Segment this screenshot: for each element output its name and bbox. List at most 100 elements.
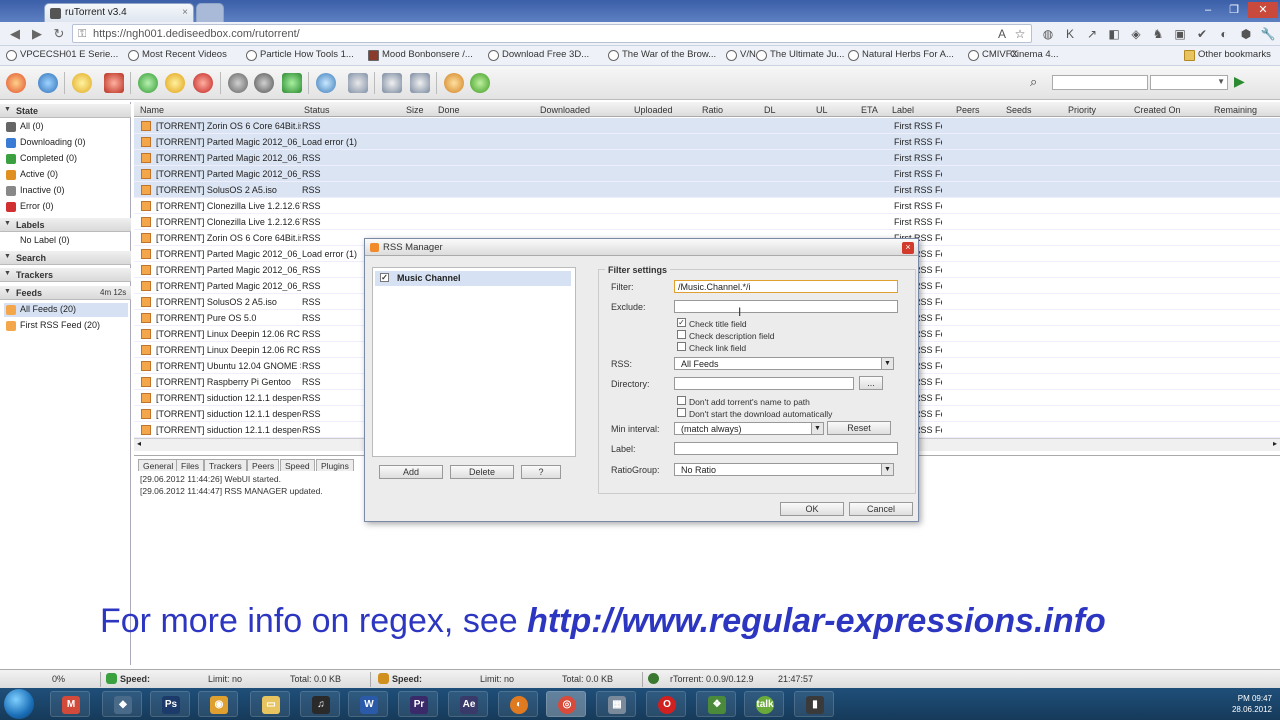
url-input[interactable]: ⚿ https://ngh001.dediseedbox.com/rutorre… — [72, 24, 1032, 43]
browser-tab-rutorrent[interactable]: ruTorrent v3.4 × — [44, 3, 194, 22]
label-item-none[interactable]: No Label (0) — [4, 234, 128, 248]
column-header[interactable]: Created On — [1134, 105, 1181, 115]
check-description-checkbox[interactable] — [677, 330, 686, 339]
add-filter-button[interactable]: Add — [379, 465, 443, 479]
column-header[interactable]: DL — [764, 105, 776, 115]
feed-item-all[interactable]: All Feeds (20) — [4, 303, 128, 317]
bookmark-item[interactable]: Most Recent Videos — [128, 49, 227, 61]
bookmark-item[interactable]: The War of the Brow... — [608, 49, 716, 61]
table-row[interactable]: [TORRENT] Clonezilla Live 1.2.12.67 RSS Fi… — [134, 214, 1280, 230]
extension-icon[interactable]: ⬢ — [1238, 26, 1254, 42]
column-header[interactable]: Name — [140, 105, 164, 115]
add-torrent-icon[interactable] — [72, 73, 92, 93]
close-window-icon[interactable]: ✕ — [1248, 2, 1278, 18]
add-url-icon[interactable] — [38, 73, 58, 93]
column-header[interactable]: Status — [304, 105, 330, 115]
column-header[interactable]: Label — [892, 105, 914, 115]
scroll-right-icon[interactable]: ▸ — [1273, 439, 1277, 448]
cancel-button[interactable]: Cancel — [849, 502, 913, 516]
labels-header[interactable]: Labels — [0, 218, 131, 232]
tab-general[interactable]: General — [138, 459, 179, 471]
ok-button[interactable]: OK — [780, 502, 844, 516]
taskbar-explorer[interactable]: ▭ — [250, 691, 290, 717]
bookmark-item[interactable]: Particle How Tools 1... — [246, 49, 354, 61]
exclude-input[interactable] — [674, 300, 898, 313]
other-bookmarks[interactable]: Other bookmarks — [1184, 49, 1271, 61]
column-header[interactable]: Priority — [1068, 105, 1096, 115]
taskbar-app[interactable]: ◆ — [102, 691, 142, 717]
dont-start-checkbox[interactable] — [677, 408, 686, 417]
table-row[interactable]: [TORRENT] Parted Magic 2012_06_2RSS First… — [134, 150, 1280, 166]
extension-icon[interactable]: ♞ — [1150, 26, 1166, 42]
taskbar-app[interactable]: ♫ — [300, 691, 340, 717]
delete-filter-button[interactable]: Delete — [450, 465, 514, 479]
column-header[interactable]: Remaining — [1214, 105, 1257, 115]
taskbar-chrome[interactable]: ◎ — [546, 691, 586, 717]
minimize-icon[interactable]: – — [1196, 2, 1220, 18]
filter-list-item[interactable]: ✓ Music Channel — [375, 271, 571, 286]
state-item-inactive[interactable]: Inactive (0) — [4, 184, 128, 198]
reload-icon[interactable]: ↻ — [50, 25, 68, 43]
taskbar-premiere[interactable]: Pr — [398, 691, 438, 717]
column-header[interactable]: Peers — [956, 105, 980, 115]
state-item-all[interactable]: All (0) — [4, 120, 128, 134]
table-row[interactable]: [TORRENT] Parted Magic 2012_06_2 Load err… — [134, 134, 1280, 150]
tab-close-icon[interactable]: × — [182, 7, 188, 18]
forward-icon[interactable]: ▶ — [28, 25, 46, 43]
extension-icon[interactable]: ✔ — [1194, 26, 1210, 42]
extension-icon[interactable]: ◍ — [1040, 26, 1056, 42]
extension-icon[interactable]: ◈ — [1128, 26, 1144, 42]
caption-link[interactable]: http://www.regular-expressions.info — [527, 602, 1106, 640]
state-item-completed[interactable]: Completed (0) — [4, 152, 128, 166]
search-input[interactable] — [1052, 75, 1148, 90]
state-item-active[interactable]: Active (0) — [4, 168, 128, 182]
scroll-left-icon[interactable]: ◂ — [137, 439, 141, 448]
tab-plugins[interactable]: Plugins — [316, 459, 354, 471]
taskbar-opera[interactable]: O — [646, 691, 686, 717]
bookmark-item[interactable]: Cinema 4... — [1010, 49, 1059, 60]
column-header[interactable]: ETA — [861, 105, 878, 115]
feeds-header[interactable]: Feeds 4m 12s — [0, 286, 131, 300]
browse-button[interactable]: ... — [859, 376, 883, 390]
taskbar-gmail[interactable]: M — [50, 691, 90, 717]
taskbar-firefox[interactable]: ◐ — [498, 691, 538, 717]
table-row[interactable]: [TORRENT] Zorin OS 6 Core 64Bit.isoRSS Fi… — [134, 118, 1280, 134]
bookmark-item[interactable]: Natural Herbs For A... — [848, 49, 954, 61]
help-button[interactable]: ? — [521, 465, 561, 479]
state-header[interactable]: State — [0, 104, 131, 118]
remove-icon[interactable] — [104, 73, 124, 93]
extension-icon[interactable]: ↗ — [1084, 26, 1100, 42]
rss-manager-icon[interactable] — [382, 73, 402, 93]
window-icon[interactable] — [348, 73, 368, 93]
maximize-icon[interactable]: ❐ — [1222, 2, 1246, 18]
check-link-checkbox[interactable] — [677, 342, 686, 351]
column-header[interactable]: Ratio — [702, 105, 723, 115]
translate-icon[interactable]: A — [994, 26, 1010, 42]
taskbar-aftereffects[interactable]: Ae — [448, 691, 488, 717]
search-header[interactable]: Search — [0, 251, 131, 265]
tab-speed[interactable]: Speed — [280, 459, 315, 471]
search-engine-select[interactable] — [1150, 75, 1228, 90]
tab-trackers[interactable]: Trackers — [204, 459, 247, 471]
rss-refresh-icon[interactable] — [228, 73, 248, 93]
filter-enabled-checkbox[interactable]: ✓ — [380, 273, 389, 282]
new-tab-button[interactable] — [196, 3, 224, 22]
bookmark-item[interactable]: Download Free 3D... — [488, 49, 589, 61]
bookmark-item[interactable]: Mood Bonbonsere /... — [368, 49, 473, 61]
check-title-checkbox[interactable]: ✓ — [677, 318, 686, 327]
label-input[interactable] — [674, 442, 898, 455]
help-icon[interactable] — [470, 73, 490, 93]
taskbar-gtalk[interactable]: talk — [744, 691, 784, 717]
bookmark-item[interactable]: The Ultimate Ju... — [756, 49, 844, 61]
taskbar-app[interactable]: ▮ — [794, 691, 834, 717]
go-icon[interactable]: ▶ — [1234, 73, 1245, 90]
table-row[interactable]: [TORRENT] SolusOS 2 A5.iso RSS First RSS F… — [134, 182, 1280, 198]
hand-icon[interactable] — [444, 73, 464, 93]
extension-icon[interactable]: ◐ — [1216, 26, 1232, 42]
extension-icon[interactable]: ◧ — [1106, 26, 1122, 42]
settings-icon[interactable] — [316, 73, 336, 93]
taskbar-photoshop[interactable]: Ps — [150, 691, 190, 717]
table-row[interactable]: [TORRENT] Clonezilla Live 1.2.12.67 RSS Fi… — [134, 198, 1280, 214]
filter-icon[interactable] — [254, 73, 274, 93]
taskbar-clock[interactable]: PM 09:47 28.06.2012 — [1232, 693, 1272, 715]
